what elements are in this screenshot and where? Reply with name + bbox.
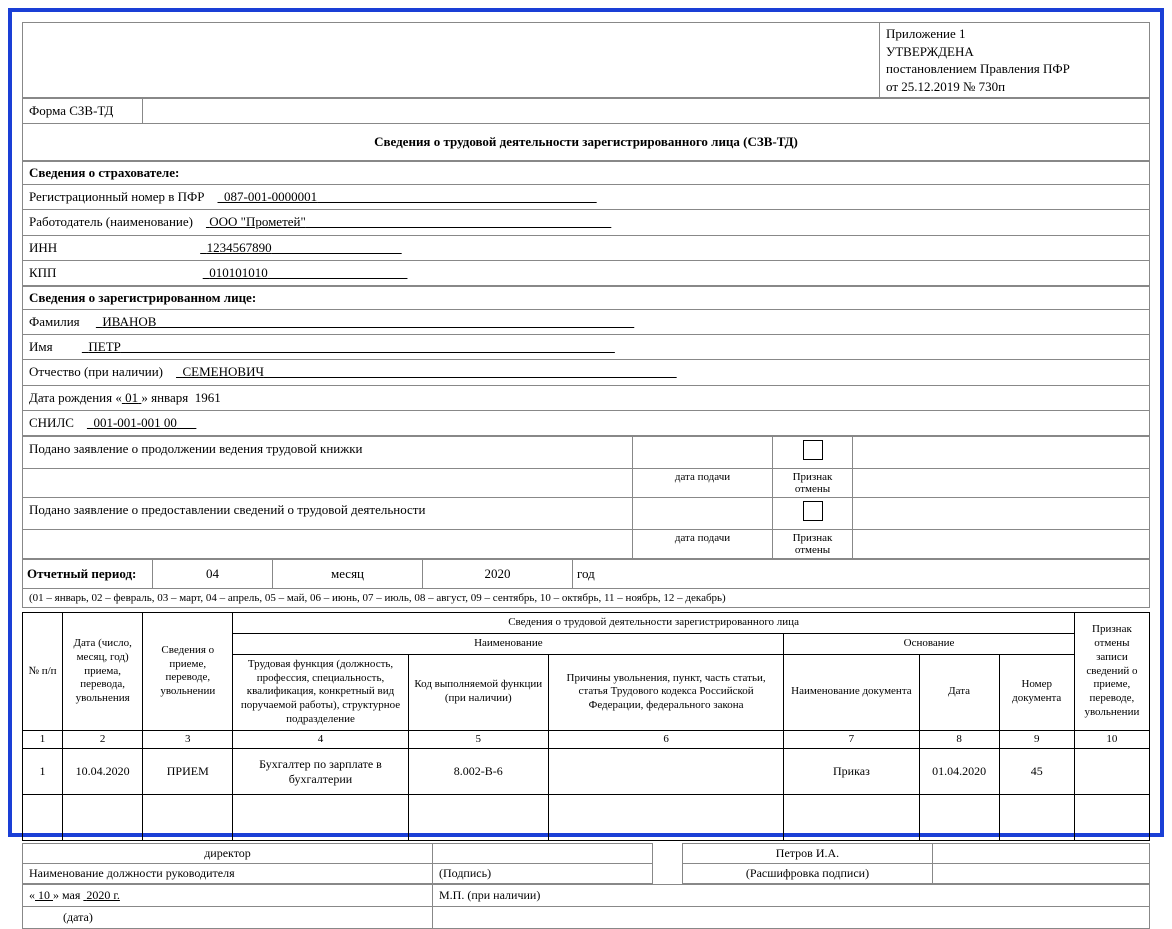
employer-value: ООО "Прометей" bbox=[209, 214, 306, 229]
employer-label: Работодатель (наименование) bbox=[29, 214, 193, 229]
date-hint-1: дата подачи bbox=[633, 469, 773, 498]
row-doc-num: 45 bbox=[999, 749, 1074, 795]
naming-header: Наименование bbox=[233, 634, 784, 655]
mp-note: М.П. (при наличии) bbox=[433, 885, 1150, 907]
approved-by: постановлением Правления ПФР bbox=[886, 61, 1070, 76]
col-7: Наименование документа bbox=[784, 654, 919, 730]
row-code: 8.002-B-6 bbox=[408, 749, 548, 795]
form-frame: Приложение 1 УТВЕРЖДЕНА постановлением П… bbox=[8, 8, 1164, 837]
approved-line: УТВЕРЖДЕНА bbox=[886, 44, 974, 59]
dob-month: января bbox=[151, 390, 188, 405]
num-10: 10 bbox=[1074, 730, 1149, 749]
row-cancel bbox=[1074, 749, 1149, 795]
insurer-header: Сведения о страхователе: bbox=[23, 162, 1150, 185]
num-8: 8 bbox=[919, 730, 999, 749]
signature-block: директор Петров И.А. Наименование должно… bbox=[22, 843, 1150, 884]
reg-label: Регистрационный номер в ПФР bbox=[29, 189, 205, 204]
col-2: Дата (число, месяц, год) приема, перевод… bbox=[63, 613, 143, 730]
snils-value: 001-001-001 00 bbox=[93, 415, 176, 430]
table-row-blank bbox=[23, 795, 1150, 841]
document-title: Сведения о трудовой деятельности зарегис… bbox=[23, 124, 1150, 161]
num-3: 3 bbox=[143, 730, 233, 749]
row-func: Бухгалтер по зарплате в бухгалтерии bbox=[233, 749, 408, 795]
period-year-word: год bbox=[573, 560, 1150, 589]
cancel-hint-1: Признак отмены bbox=[773, 469, 853, 498]
num-2: 2 bbox=[63, 730, 143, 749]
firstname-value: ПЕТР bbox=[88, 339, 121, 354]
period-month: 04 bbox=[153, 560, 273, 589]
col-10: Признак отмены записи сведений о приеме,… bbox=[1074, 613, 1149, 730]
row-date: 10.04.2020 bbox=[63, 749, 143, 795]
months-note: (01 – январь, 02 – февраль, 03 – март, 0… bbox=[23, 589, 1150, 608]
row-action: ПРИЕМ bbox=[143, 749, 233, 795]
kpp-label: КПП bbox=[29, 265, 56, 280]
num-6: 6 bbox=[548, 730, 783, 749]
col-4: Трудовая функция (должность, профессия, … bbox=[233, 654, 408, 730]
dob-label: Дата рождения « bbox=[29, 390, 122, 405]
num-9: 9 bbox=[999, 730, 1074, 749]
approval-block: Приложение 1 УТВЕРЖДЕНА постановлением П… bbox=[22, 22, 1150, 98]
lastname-value: ИВАНОВ bbox=[102, 314, 156, 329]
date-hint-2: дата подачи bbox=[633, 530, 773, 559]
decoded-hint: (Расшифровка подписи) bbox=[683, 864, 933, 884]
period-month-word: месяц bbox=[273, 560, 423, 589]
cancel-hint-2: Признак отмены bbox=[773, 530, 853, 559]
num-4: 4 bbox=[233, 730, 408, 749]
col-5: Код выполняемой функции (при наличии) bbox=[408, 654, 548, 730]
reg-value: 087-001-0000001 bbox=[224, 189, 317, 204]
sign-hint: (Подпись) bbox=[433, 864, 653, 884]
row-doc-name: Приказ bbox=[784, 749, 919, 795]
table-row: 1 10.04.2020 ПРИЕМ Бухгалтер по зарплате… bbox=[23, 749, 1150, 795]
super-header: Сведения о трудовой деятельности зарегис… bbox=[233, 613, 1074, 634]
inn-value: 1234567890 bbox=[207, 240, 272, 255]
patronymic-value: СЕМЕНОВИЧ bbox=[183, 364, 264, 379]
firstname-label: Имя bbox=[29, 339, 53, 354]
col-1: № п/п bbox=[23, 613, 63, 730]
inn-label: ИНН bbox=[29, 240, 57, 255]
sign-day: 10 bbox=[38, 888, 50, 902]
row-doc-date: 01.04.2020 bbox=[919, 749, 999, 795]
cancel-checkbox-1 bbox=[803, 440, 823, 460]
sign-decoded: Петров И.А. bbox=[683, 844, 933, 864]
basis-header: Основание bbox=[784, 634, 1075, 655]
form-code: Форма СЗВ-ТД bbox=[23, 99, 143, 124]
snils-label: СНИЛС bbox=[29, 415, 74, 430]
sign-month: мая bbox=[62, 888, 80, 902]
approved-date: от 25.12.2019 № 730п bbox=[886, 79, 1005, 94]
num-5: 5 bbox=[408, 730, 548, 749]
kpp-value: 010101010 bbox=[209, 265, 268, 280]
position-hint: Наименование должности руководителя bbox=[23, 864, 433, 884]
dob-year: 1961 bbox=[195, 390, 221, 405]
sign-position: директор bbox=[23, 844, 433, 864]
date-sign-hint: (дата) bbox=[23, 907, 433, 929]
num-1: 1 bbox=[23, 730, 63, 749]
patronymic-label: Отчество (при наличии) bbox=[29, 364, 163, 379]
row-n: 1 bbox=[23, 749, 63, 795]
period-year: 2020 bbox=[423, 560, 573, 589]
activity-table: № п/п Дата (число, месяц, год) приема, п… bbox=[22, 612, 1150, 841]
row-reason bbox=[548, 749, 783, 795]
col-9: Номер документа bbox=[999, 654, 1074, 730]
cancel-checkbox-2 bbox=[803, 501, 823, 521]
app-provide-line: Подано заявление о предоставлении сведен… bbox=[23, 498, 633, 530]
annex-line: Приложение 1 bbox=[886, 26, 966, 41]
lastname-label: Фамилия bbox=[29, 314, 80, 329]
num-7: 7 bbox=[784, 730, 919, 749]
col-8: Дата bbox=[919, 654, 999, 730]
col-3: Сведения о приеме, переводе, увольнении bbox=[143, 613, 233, 730]
sign-year: 2020 г. bbox=[86, 888, 120, 902]
dob-day: 01 bbox=[125, 390, 138, 405]
person-header: Сведения о зарегистрированном лице: bbox=[23, 286, 1150, 309]
app-continue-line: Подано заявление о продолжении ведения т… bbox=[23, 436, 633, 468]
period-label: Отчетный период: bbox=[23, 560, 153, 589]
col-6: Причины увольнения, пункт, часть статьи,… bbox=[548, 654, 783, 730]
approval-text: Приложение 1 УТВЕРЖДЕНА постановлением П… bbox=[880, 23, 1150, 98]
